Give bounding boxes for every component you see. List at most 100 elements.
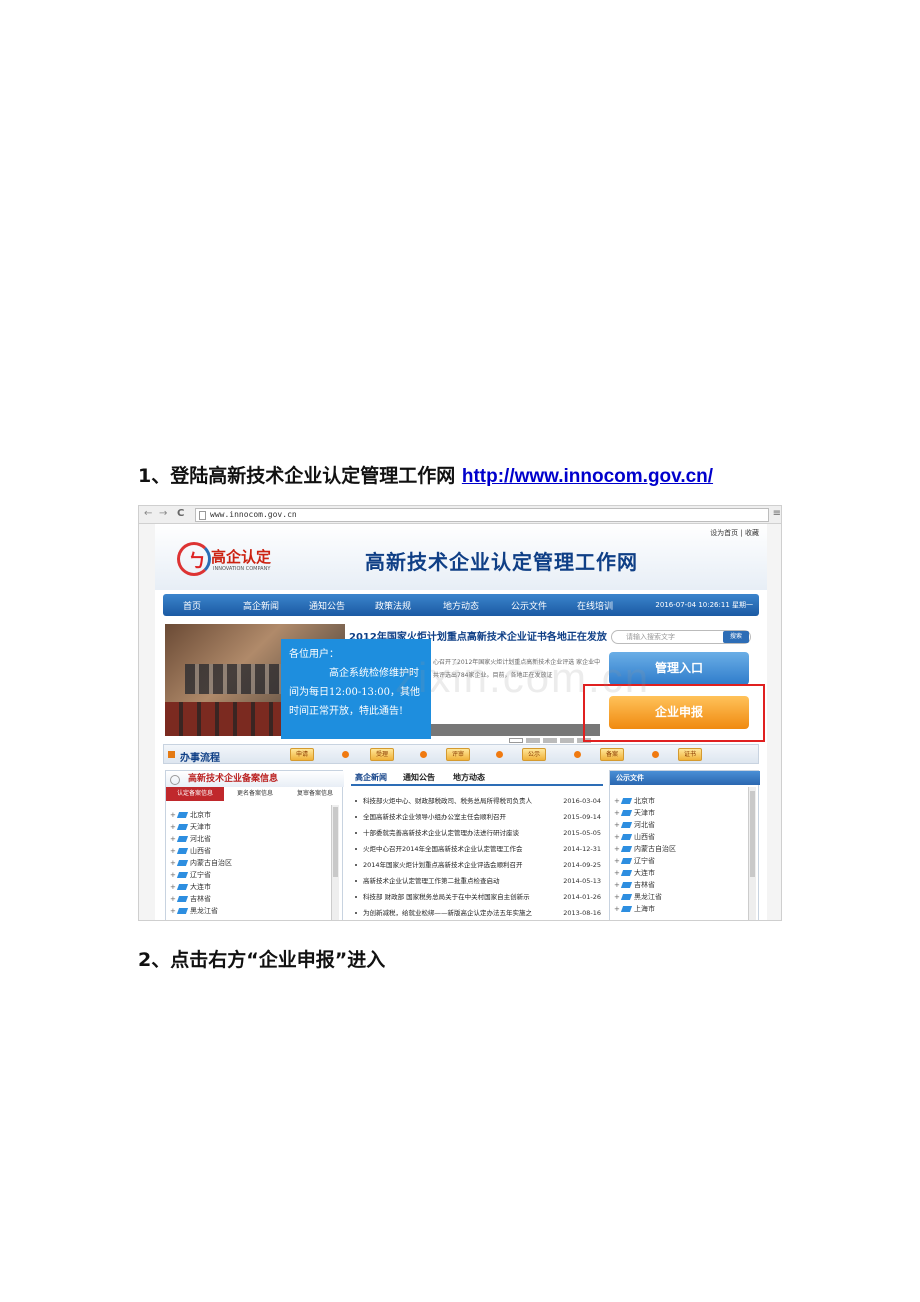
pager-dot[interactable] [543, 738, 557, 743]
pager-dot[interactable] [526, 738, 540, 743]
forward-icon[interactable]: → [159, 508, 167, 519]
news-tabs: 高企新闻 通知公告 地方动态 [351, 770, 603, 786]
news-row[interactable]: 为创新减税，给就业松绑——新版高企认定办法五年实施之 2013-08-16 [355, 906, 601, 920]
tree-item[interactable]: 天津市 [614, 807, 744, 819]
tree-item[interactable]: 内蒙古自治区 [170, 857, 330, 869]
nav-policy[interactable]: 政策法规 [375, 599, 411, 612]
news-row[interactable]: 高新技术企业认定管理工作第二批重点检查启动 2014-05-13 [355, 874, 601, 888]
region-tree: 北京市 天津市 河北省 山西省 内蒙古自治区 辽宁省 大连市 吉林省 黑龙江省 [170, 809, 330, 917]
tree-item[interactable]: 山西省 [614, 831, 744, 843]
pager-dot[interactable] [509, 738, 523, 743]
url-text: www.innocom.gov.cn [210, 510, 297, 519]
tree-item[interactable]: 吉林省 [614, 879, 744, 891]
tree-item[interactable]: 山西省 [170, 845, 330, 857]
process-step-certificate[interactable]: 证书 [678, 748, 702, 761]
filing-panel-title: 高新技术企业备案信息 [166, 771, 344, 787]
tab-news[interactable]: 高企新闻 [355, 772, 387, 783]
tab-notices[interactable]: 通知公告 [403, 772, 435, 783]
publicity-region-tree: 北京市 天津市 河北省 山西省 内蒙古自治区 辽宁省 大连市 吉林省 黑龙江省 … [614, 795, 744, 915]
process-step-review[interactable]: 评审 [446, 748, 470, 761]
tree-item[interactable]: 辽宁省 [170, 869, 330, 881]
process-arrow-icon [652, 751, 659, 758]
bullet-icon [355, 816, 357, 818]
process-arrow-icon [574, 751, 581, 758]
nav-training[interactable]: 在线培训 [577, 599, 613, 612]
filing-scrollbar[interactable] [331, 805, 339, 920]
tree-item[interactable]: 吉林省 [170, 893, 330, 905]
tree-item[interactable]: 上海市 [614, 903, 744, 915]
website: 设为首页 | 收藏 ㄅ 高企认定 INNOVATION COMPANY 高新技术… [155, 524, 767, 920]
news-row[interactable]: 火炬中心召开2014年全国高新技术企业认定管理工作会 2014-12-31 [355, 842, 601, 856]
nav-publicity[interactable]: 公示文件 [511, 599, 547, 612]
tab-rename-filing[interactable]: 更名备案信息 [226, 787, 284, 801]
news-title[interactable]: 为创新减税，给就业松绑——新版高企认定办法五年实施之 [363, 906, 532, 920]
news-title[interactable]: 全国高新技术企业领导小组办公室主任会顺利召开 [363, 810, 506, 824]
tab-certification-filing[interactable]: 认定备案信息 [166, 787, 224, 801]
tree-item[interactable]: 河北省 [614, 819, 744, 831]
reload-icon[interactable]: C [177, 508, 184, 519]
step1-instruction: 1、登陆高新技术企业认定管理工作网 http://www.innocom.gov… [138, 461, 713, 488]
step2-instruction: 2、点击右方“企业申报”进入 [138, 949, 386, 971]
browser-screenshot: ← → C www.innocom.gov.cn ≡ 设为首页 | 收藏 ㄅ 高… [138, 505, 782, 921]
browser-toolbar: ← → C www.innocom.gov.cn ≡ [139, 506, 781, 524]
bullet-icon [355, 864, 357, 866]
news-title[interactable]: 2014年国家火炬计划重点高新技术企业评选会顺利召开 [363, 858, 523, 872]
news-date: 2016-03-04 [563, 797, 601, 805]
nav-local[interactable]: 地方动态 [443, 599, 479, 612]
search-button[interactable]: 搜索 [723, 631, 749, 643]
process-arrow-icon [420, 751, 427, 758]
process-step-accept[interactable]: 受理 [370, 748, 394, 761]
news-title[interactable]: 高新技术企业认定管理工作第二批重点检查启动 [363, 874, 500, 888]
process-bar: 办事流程 申请 受理 评审 公示 备案 证书 [163, 744, 759, 764]
menu-icon[interactable]: ≡ [773, 508, 781, 519]
tab-review-filing[interactable]: 复审备案信息 [286, 787, 344, 801]
tree-item[interactable]: 河北省 [170, 833, 330, 845]
news-title[interactable]: 火炬中心召开2014年全国高新技术企业认定管理工作会 [363, 842, 523, 856]
step1-text: 1、登陆高新技术企业认定管理工作网 [138, 465, 462, 487]
tree-item[interactable]: 北京市 [614, 795, 744, 807]
address-bar[interactable]: www.innocom.gov.cn [195, 508, 769, 522]
news-title[interactable]: 科技部 财政部 国家税务总局关于在中关村国家自主创新示 [363, 890, 530, 904]
tree-item[interactable]: 内蒙古自治区 [614, 843, 744, 855]
tree-item[interactable]: 大连市 [170, 881, 330, 893]
news-date: 2015-05-05 [563, 829, 601, 837]
nav-datetime: 2016-07-04 10:26:11 星期一 [655, 601, 753, 609]
process-step-publicity[interactable]: 公示 [522, 748, 546, 761]
news-title[interactable]: 科技部火炬中心、财政部税政司、税务总局所得税司负责人 [363, 794, 532, 808]
tree-item[interactable]: 北京市 [170, 809, 330, 821]
nav-notices[interactable]: 通知公告 [309, 599, 345, 612]
news-date: 2015-09-14 [563, 813, 601, 821]
bullet-icon [355, 896, 357, 898]
news-title[interactable]: 十部委就完善高新技术企业认定管理办法进行研讨座谈 [363, 826, 519, 840]
tree-item[interactable]: 天津市 [170, 821, 330, 833]
news-row[interactable]: 十部委就完善高新技术企业认定管理办法进行研讨座谈 2015-05-05 [355, 826, 601, 840]
news-row[interactable]: 全国高新技术企业领导小组办公室主任会顺利召开 2015-09-14 [355, 810, 601, 824]
tree-item[interactable]: 黑龙江省 [170, 905, 330, 917]
nav-news[interactable]: 高企新闻 [243, 599, 279, 612]
logo-subtext: INNOVATION COMPANY [213, 566, 271, 572]
innocom-link[interactable]: http://www.innocom.gov.cn/ [462, 466, 713, 487]
tree-item[interactable]: 辽宁省 [614, 855, 744, 867]
news-date: 2014-05-13 [563, 877, 601, 885]
tree-item[interactable]: 大连市 [614, 867, 744, 879]
site-header: 设为首页 | 收藏 ㄅ 高企认定 INNOVATION COMPANY 高新技术… [155, 524, 767, 590]
process-step-record[interactable]: 备案 [600, 748, 624, 761]
back-icon[interactable]: ← [144, 508, 152, 519]
process-arrow-icon [342, 751, 349, 758]
nav-home[interactable]: 首页 [183, 599, 201, 612]
news-date: 2014-01-26 [563, 893, 601, 901]
news-row[interactable]: 科技部火炬中心、财政部税政司、税务总局所得税司负责人 2016-03-04 [355, 794, 601, 808]
tab-local[interactable]: 地方动态 [453, 772, 485, 783]
filing-tabs: 认定备案信息 更名备案信息 复审备案信息 [166, 787, 344, 801]
process-step-apply[interactable]: 申请 [290, 748, 314, 761]
logo-glyph: ㄅ [188, 551, 206, 572]
top-links[interactable]: 设为首页 | 收藏 [710, 528, 759, 538]
publicity-scrollbar[interactable] [748, 787, 756, 920]
tree-item[interactable]: 黑龙江省 [614, 891, 744, 903]
news-row[interactable]: 科技部 财政部 国家税务总局关于在中关村国家自主创新示 2014-01-26 [355, 890, 601, 904]
main-nav: 首页 高企新闻 通知公告 政策法规 地方动态 公示文件 在线培训 2016-07… [163, 594, 759, 616]
pager-dot[interactable] [560, 738, 574, 743]
news-row[interactable]: 2014年国家火炬计划重点高新技术企业评选会顺利召开 2014-09-25 [355, 858, 601, 872]
logo-text: 高企认定 [211, 548, 272, 566]
watermark: zixin.com.cn [395, 654, 651, 701]
